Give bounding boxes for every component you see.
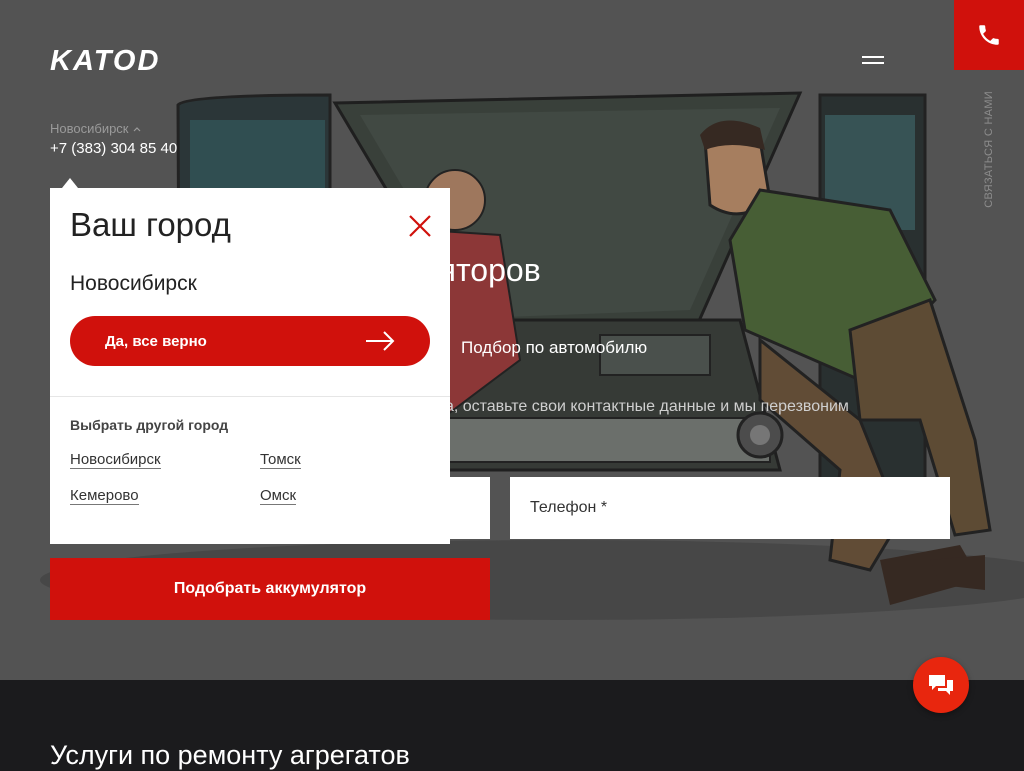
- header-phone-link[interactable]: +7 (383) 304 85 40: [50, 140, 177, 157]
- chevron-up-icon: [133, 126, 140, 131]
- other-city-title: Выбрать другой город: [70, 417, 229, 433]
- city-link-omsk[interactable]: Омск: [260, 487, 297, 505]
- phone-icon: [979, 25, 999, 45]
- city-confirm-popup: Ваш город Новосибирск Да, все верно Выбр…: [50, 188, 450, 544]
- arrow-right-icon: [366, 331, 395, 351]
- phone-input[interactable]: [510, 477, 950, 539]
- city-selector[interactable]: Новосибирск: [50, 121, 141, 136]
- tab-by-car[interactable]: Подбор по автомобилю: [461, 338, 647, 358]
- confirm-city-label: Да, все верно: [105, 332, 207, 350]
- current-city: Новосибирск: [50, 121, 129, 136]
- pick-battery-button[interactable]: Подобрать аккумулятор: [50, 558, 490, 620]
- katod-logo[interactable]: KATOD: [50, 44, 210, 74]
- confirm-city-button[interactable]: Да, все верно: [70, 316, 430, 366]
- city-link-novosibirsk[interactable]: Новосибирск: [70, 451, 161, 469]
- chat-icon: [929, 675, 953, 695]
- detected-city: Новосибирск: [70, 272, 197, 295]
- call-button[interactable]: [954, 0, 1024, 70]
- popup-pointer: [62, 178, 78, 188]
- contact-us-vertical-link[interactable]: СВЯЗАТЬСЯ С НАМИ: [978, 84, 1000, 214]
- services-section-title: Услуги по ремонту агрегатов: [50, 740, 410, 770]
- hamburger-icon[interactable]: [862, 52, 886, 68]
- popup-title: Ваш город: [70, 206, 231, 243]
- city-link-kemerovo[interactable]: Кемерово: [70, 487, 139, 505]
- hero-subtitle: тора, оставьте свои контактные данные и …: [420, 398, 849, 415]
- divider: [50, 396, 450, 397]
- phone-field[interactable]: [510, 477, 950, 539]
- chat-button[interactable]: [913, 657, 969, 713]
- city-link-tomsk[interactable]: Томск: [260, 451, 301, 469]
- svg-text:KATOD: KATOD: [50, 45, 160, 74]
- close-icon[interactable]: [406, 212, 434, 240]
